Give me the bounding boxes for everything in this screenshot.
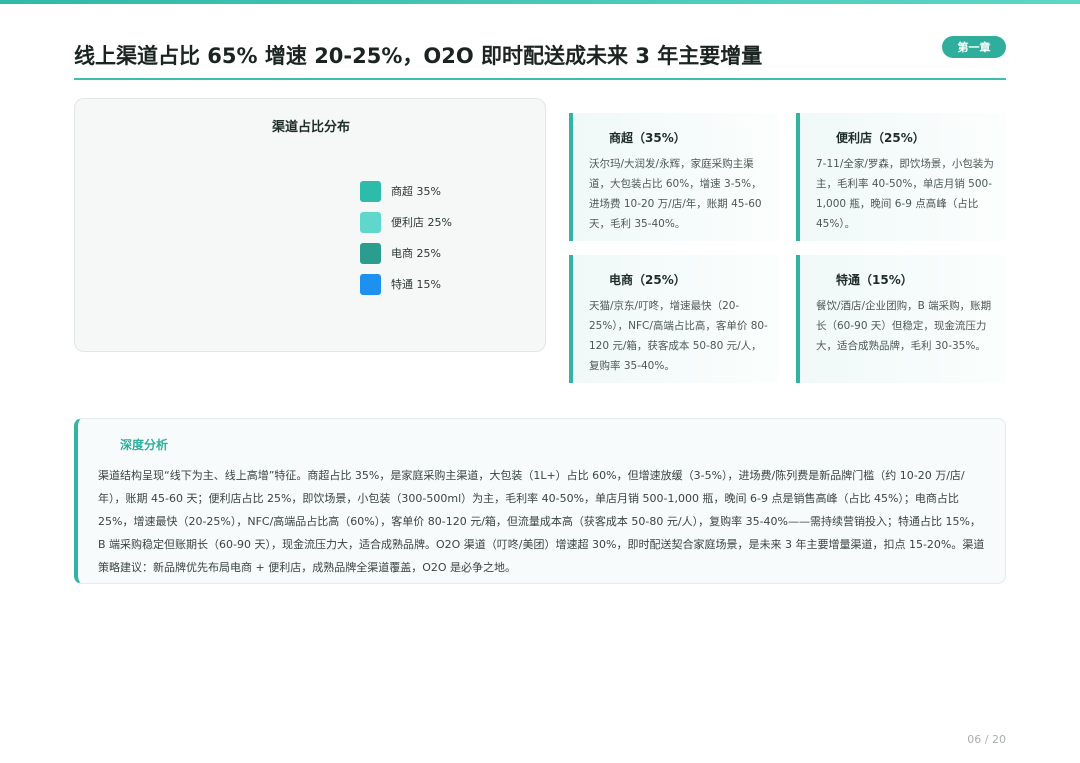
card-text: 7-11/全家/罗森，即饮场景，小包装为主，毛利率 40-50%，单店月销 50… [816,158,994,230]
page-number: 06 / 20 [967,733,1006,746]
legend-item: 电商 25% [360,242,452,264]
chart-panel: 渠道占比分布 商超 35% 便利店 25% 电商 25% 特通 15% [74,98,546,352]
page-title: 线上渠道占比 65% 增速 20-25%，O2O 即时配送成未来 3 年主要增量 [74,44,763,68]
card-text: 餐饮/酒店/企业团购，B 端采购，账期长（60-90 天）但稳定，现金流压力大，… [816,300,992,352]
legend-swatch [360,242,381,264]
card-text: 天猫/京东/叮咚，增速最快（20-25%），NFC/高端占比高，客单价 80-1… [589,300,768,372]
analysis-title: 深度分析 [120,438,169,452]
legend-item: 商超 35% [360,180,452,202]
top-accent-bar [0,0,1080,4]
legend-label: 商超 35% [391,185,441,198]
legend-label: 电商 25% [391,247,441,260]
legend-swatch [360,211,381,233]
card-title: 特通（15%） [836,273,913,287]
card-title: 商超（35%） [609,131,686,145]
page-header: 线上渠道占比 65% 增速 20-25%，O2O 即时配送成未来 3 年主要增量… [74,36,1006,80]
chart-title: 渠道占比分布 [271,120,350,135]
channel-card-special: 特通（15%） 餐饮/酒店/企业团购，B 端采购，账期长（60-90 天）但稳定… [796,255,1006,383]
legend-swatch [360,180,381,202]
channel-card-supermarket: 商超（35%） 沃尔玛/大润发/永辉，家庭采购主渠道，大包装占比 60%，增速 … [569,113,779,241]
card-title: 便利店（25%） [836,131,925,145]
channel-card-ecommerce: 电商（25%） 天猫/京东/叮咚，增速最快（20-25%），NFC/高端占比高，… [569,255,779,383]
legend-label: 便利店 25% [391,216,452,229]
analysis-panel: 深度分析 渠道结构呈现“线下为主、线上高增”特征。商超占比 35%，是家庭采购主… [74,418,1006,584]
chapter-badge: 第一章 [942,36,1006,58]
legend-item: 便利店 25% [360,211,452,233]
channel-card-convenience: 便利店（25%） 7-11/全家/罗森，即饮场景，小包装为主，毛利率 40-50… [796,113,1006,241]
legend-swatch [360,273,381,295]
card-text: 沃尔玛/大润发/永辉，家庭采购主渠道，大包装占比 60%，增速 3-5%，进场费… [589,158,762,230]
analysis-text: 渠道结构呈现“线下为主、线上高增”特征。商超占比 35%，是家庭采购主渠道，大包… [98,469,985,574]
legend-item: 特通 15% [360,273,452,295]
legend-label: 特通 15% [391,278,441,291]
chart-legend: 商超 35% 便利店 25% 电商 25% 特通 15% [360,180,452,304]
card-title: 电商（25%） [609,273,686,287]
